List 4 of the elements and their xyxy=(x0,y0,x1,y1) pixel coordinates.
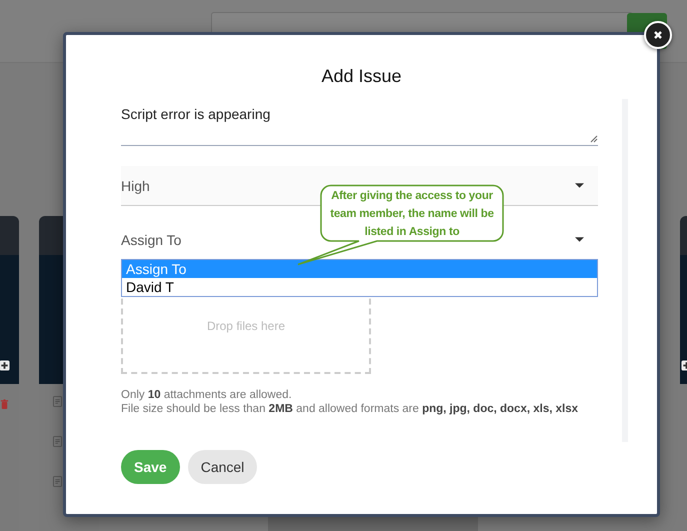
dropzone-label: Drop files here xyxy=(206,318,286,332)
attachment-note: File size should be less than 2MB and allowed formats are png, jpg, doc, docx, xls, xlsx xyxy=(121,402,580,416)
dialog-title: Add Issue xyxy=(320,66,403,87)
attachment-note: Only 10 attachments are allowed. xyxy=(121,388,293,402)
